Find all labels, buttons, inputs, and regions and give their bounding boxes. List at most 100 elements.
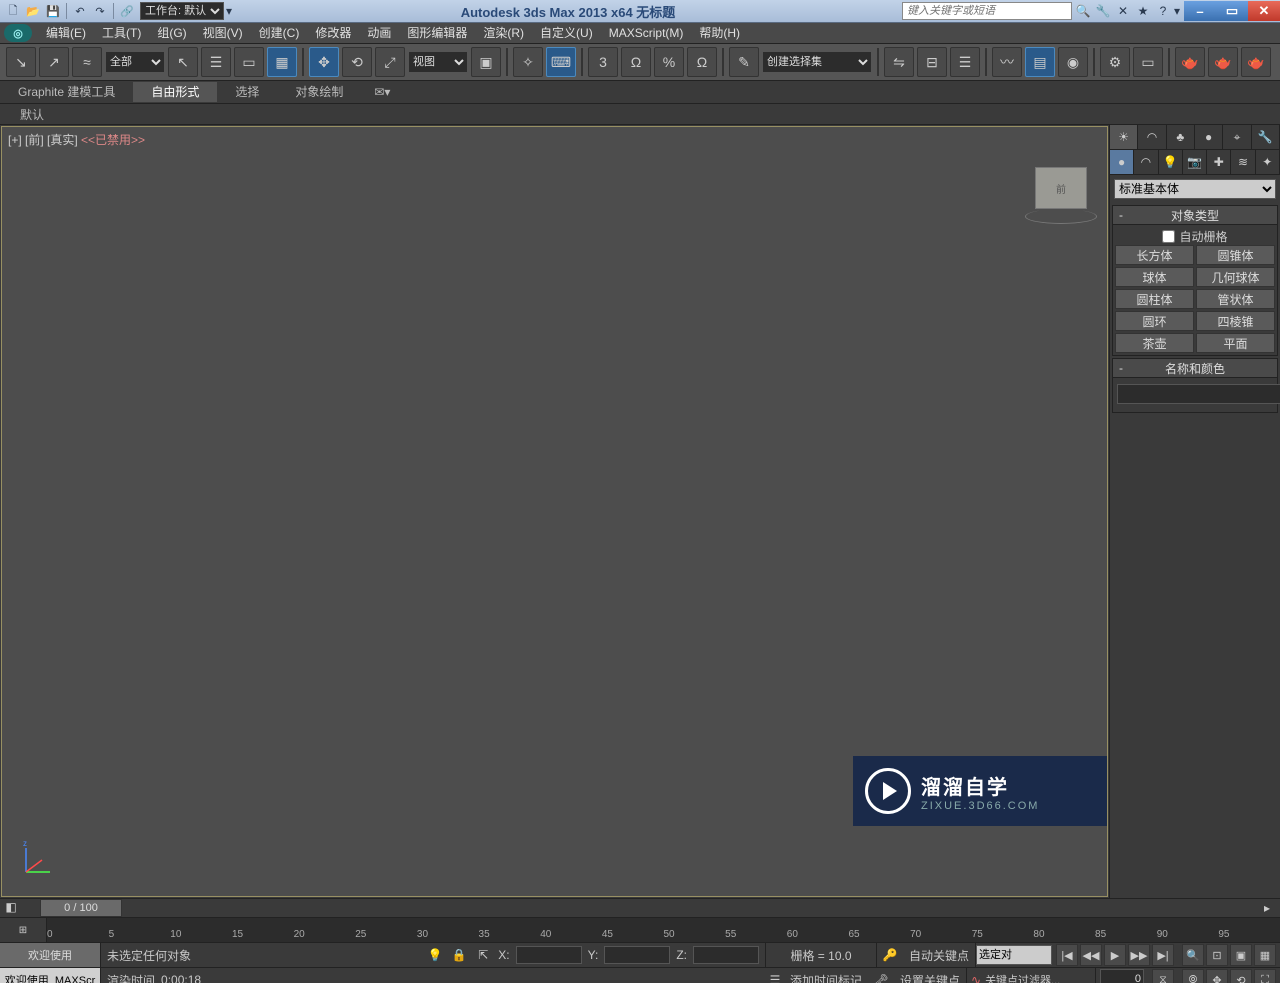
timetag-icon[interactable]: ☰ xyxy=(766,971,784,983)
spinner-snap-icon[interactable]: Ω xyxy=(687,47,717,77)
menu-create[interactable]: 创建(C) xyxy=(251,23,308,43)
minimize-button[interactable]: – xyxy=(1184,1,1216,21)
goto-start-icon[interactable]: |◀ xyxy=(1056,944,1078,966)
search-icon[interactable]: 🔍 xyxy=(1074,2,1092,20)
bind-spacewarp-icon[interactable]: ≈ xyxy=(72,47,102,77)
zoom-all-icon[interactable]: ⊡ xyxy=(1206,944,1228,966)
ribbon-tab-graphite[interactable]: Graphite 建模工具 xyxy=(0,82,133,102)
schematic-view-icon[interactable]: ▤ xyxy=(1025,47,1055,77)
workspace-switcher[interactable]: 工作台: 默认 ▾ xyxy=(140,2,234,20)
lock-icon[interactable]: 🔒 xyxy=(450,946,468,964)
x-input[interactable] xyxy=(516,946,582,964)
viewcube[interactable]: 前 xyxy=(1035,167,1087,209)
spacewarps-subtab-icon[interactable]: ≋ xyxy=(1231,150,1255,174)
menu-help[interactable]: 帮助(H) xyxy=(691,23,748,43)
align-icon[interactable]: ⊟ xyxy=(917,47,947,77)
y-input[interactable] xyxy=(604,946,670,964)
pivot-center-icon[interactable]: ▣ xyxy=(471,47,501,77)
prim-box[interactable]: 长方体 xyxy=(1115,245,1194,265)
render-iterative-icon[interactable]: 🫖 xyxy=(1208,47,1238,77)
help-icon[interactable]: ? xyxy=(1154,2,1172,20)
ribbon-tab-selection[interactable]: 选择 xyxy=(217,82,277,102)
play-icon[interactable]: ▶ xyxy=(1104,944,1126,966)
maximize-viewport-icon[interactable]: ⛶ xyxy=(1254,969,1276,983)
qat-save-icon[interactable]: 💾 xyxy=(44,2,62,20)
select-object-icon[interactable]: ↖ xyxy=(168,47,198,77)
autogrid-checkbox[interactable] xyxy=(1162,230,1175,243)
key-filters[interactable]: ∿关键点过滤器... xyxy=(967,968,1096,983)
object-name-input[interactable] xyxy=(1117,384,1280,404)
time-slider-end-icon[interactable]: ▸ xyxy=(1264,901,1276,913)
viewport[interactable]: [+] [前] [真实] <<已禁用>> 前 z 溜溜自学 ZIXUE.3D66… xyxy=(1,126,1108,897)
ref-coord-system[interactable]: 视图 xyxy=(408,51,468,73)
tag-icon[interactable]: ⇱ xyxy=(474,946,492,964)
pan-icon[interactable]: ✥ xyxy=(1206,969,1228,983)
time-config-icon[interactable]: ◧ xyxy=(2,900,20,916)
percent-snap-icon[interactable]: % xyxy=(654,47,684,77)
ribbon-mail-icon[interactable]: ✉▾ xyxy=(369,85,395,99)
helpers-subtab-icon[interactable]: ✚ xyxy=(1207,150,1231,174)
cameras-subtab-icon[interactable]: 📷 xyxy=(1183,150,1207,174)
menu-modifiers[interactable]: 修改器 xyxy=(307,23,359,43)
time-config-icon[interactable]: ⧖ xyxy=(1152,969,1174,983)
prim-sphere[interactable]: 球体 xyxy=(1115,267,1194,287)
menu-rendering[interactable]: 渲染(R) xyxy=(475,23,532,43)
scale-icon[interactable]: ⤢ xyxy=(375,47,405,77)
select-link-icon[interactable]: ↘ xyxy=(6,47,36,77)
create-tab-icon[interactable]: ☀ xyxy=(1110,125,1138,149)
menu-maxscript[interactable]: MAXScript(M) xyxy=(601,23,692,43)
close-button[interactable]: ✕ xyxy=(1248,1,1280,21)
goto-end-icon[interactable]: ▶| xyxy=(1152,944,1174,966)
maximize-button[interactable]: ▭ xyxy=(1216,1,1248,21)
rollout-object-type-header[interactable]: - 对象类型 xyxy=(1112,205,1278,225)
zoom-extents-all-icon[interactable]: ▦ xyxy=(1254,944,1276,966)
select-region-rect-icon[interactable]: ▭ xyxy=(234,47,264,77)
angle-snap-icon[interactable]: Ω xyxy=(621,47,651,77)
snap-toggle-icon[interactable]: 3 xyxy=(588,47,618,77)
ribbon-tab-objectpaint[interactable]: 对象绘制 xyxy=(277,82,361,102)
workspace-select[interactable]: 工作台: 默认 xyxy=(140,2,224,20)
current-frame-spinner[interactable] xyxy=(1100,969,1150,983)
prim-pyramid[interactable]: 四棱锥 xyxy=(1196,311,1275,331)
prim-geosphere[interactable]: 几何球体 xyxy=(1196,267,1275,287)
menu-views[interactable]: 视图(V) xyxy=(195,23,251,43)
hierarchy-tab-icon[interactable]: ♣ xyxy=(1167,125,1195,149)
qat-undo-icon[interactable]: ↶ xyxy=(71,2,89,20)
prim-tube[interactable]: 管状体 xyxy=(1196,289,1275,309)
move-icon[interactable]: ✥ xyxy=(309,47,339,77)
qat-redo-icon[interactable]: ↷ xyxy=(91,2,109,20)
rotate-icon[interactable]: ⟲ xyxy=(342,47,372,77)
wrench-icon[interactable]: 🔧 xyxy=(1094,2,1112,20)
qat-link-icon[interactable]: 🔗 xyxy=(118,2,136,20)
prim-teapot[interactable]: 茶壶 xyxy=(1115,333,1194,353)
prim-torus[interactable]: 圆环 xyxy=(1115,311,1194,331)
exchange-icon[interactable]: ✕ xyxy=(1114,2,1132,20)
display-tab-icon[interactable]: ⌖ xyxy=(1223,125,1251,149)
zoom-extents-icon[interactable]: ▣ xyxy=(1230,944,1252,966)
mini-curve-icon[interactable]: ⊞ xyxy=(19,925,27,936)
utilities-tab-icon[interactable]: 🔧 xyxy=(1252,125,1280,149)
track-bar[interactable]: ⊞ 05101520253035404550556065707580859095 xyxy=(0,917,1280,942)
unlink-icon[interactable]: ↗ xyxy=(39,47,69,77)
menu-tools[interactable]: 工具(T) xyxy=(94,23,149,43)
prim-cylinder[interactable]: 圆柱体 xyxy=(1115,289,1194,309)
autokey-button[interactable]: 自动关键点 xyxy=(903,943,976,967)
trackbar-head[interactable]: ⊞ xyxy=(0,918,47,942)
keymode-select[interactable]: 选定对 xyxy=(976,945,1052,965)
curve-editor-icon[interactable]: 〰 xyxy=(992,47,1022,77)
viewport-label[interactable]: [+] [前] [真实] <<已禁用>> xyxy=(8,131,145,148)
mirror-icon[interactable]: ⇋ xyxy=(884,47,914,77)
menu-edit[interactable]: 编辑(E) xyxy=(38,23,94,43)
setkey-large-icon[interactable]: 🗝 xyxy=(868,973,894,983)
keyboard-shortcut-icon[interactable]: ⌨ xyxy=(546,47,576,77)
qat-open-icon[interactable]: 📂 xyxy=(24,2,42,20)
qat-new-icon[interactable]: 🗋 xyxy=(4,2,22,20)
shapes-subtab-icon[interactable]: ◠ xyxy=(1134,150,1158,174)
star-icon[interactable]: ★ xyxy=(1134,2,1152,20)
render-setup-icon[interactable]: ⚙ xyxy=(1100,47,1130,77)
time-slider-bar[interactable]: ◧ 0 / 100 ▸ xyxy=(0,898,1280,917)
edit-named-sel-icon[interactable]: ✎ xyxy=(729,47,759,77)
maxscript-tab[interactable]: 欢迎使用欢迎使用 MAXScr xyxy=(0,968,101,983)
rendered-frame-icon[interactable]: ▭ xyxy=(1133,47,1163,77)
manipulate-icon[interactable]: ✧ xyxy=(513,47,543,77)
